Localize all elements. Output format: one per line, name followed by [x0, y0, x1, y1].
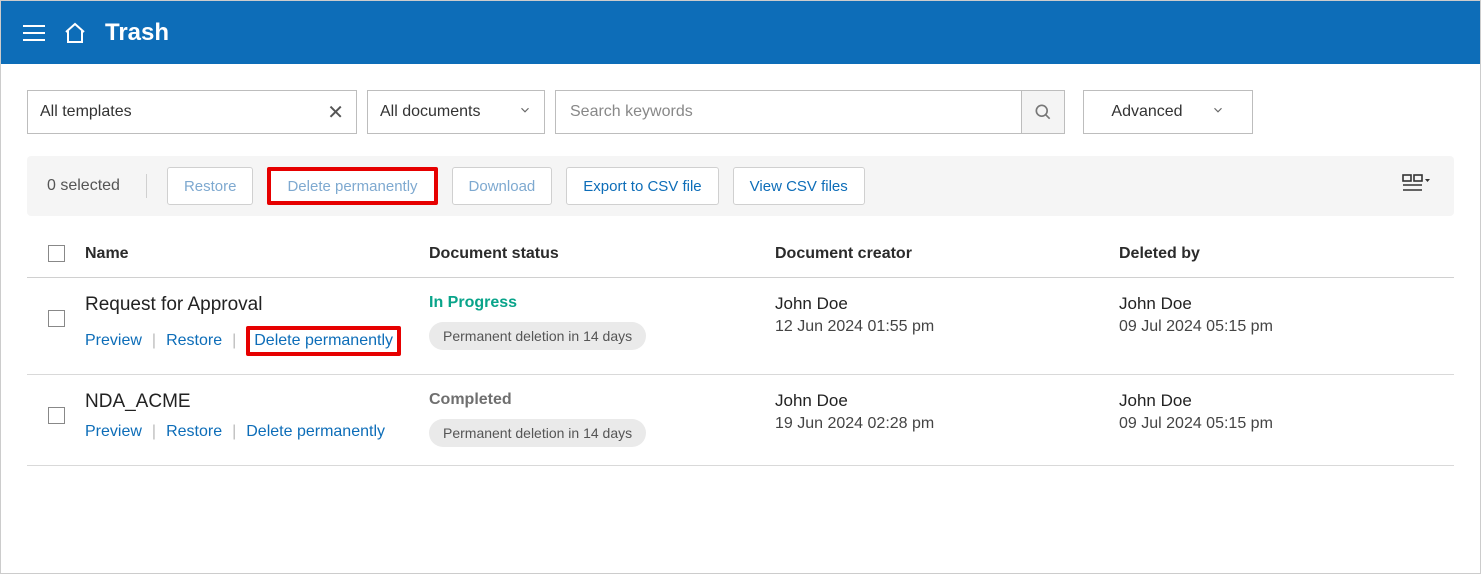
- filter-row: All templates ✕ All documents Advanced: [27, 90, 1454, 134]
- delete-permanently-link[interactable]: Delete permanently: [246, 326, 401, 356]
- documents-table: Name Document status Document creator De…: [27, 230, 1454, 466]
- row-checkbox[interactable]: [48, 407, 65, 424]
- status-label: Completed: [429, 391, 775, 409]
- column-status: Document status: [429, 245, 775, 263]
- select-all-checkbox[interactable]: [48, 245, 65, 262]
- table-row: Request for Approval Preview | Restore | Dele…: [27, 278, 1454, 375]
- advanced-button[interactable]: Advanced: [1083, 90, 1253, 134]
- download-button[interactable]: Download: [452, 167, 553, 205]
- deleted-by-date: 09 Jul 2024 05:15 pm: [1119, 415, 1454, 433]
- separator: |: [152, 423, 156, 441]
- search-icon: [1033, 102, 1053, 122]
- preview-link[interactable]: Preview: [85, 332, 142, 350]
- deleted-by-name: John Doe: [1119, 391, 1454, 411]
- home-icon[interactable]: [63, 21, 87, 45]
- restore-link[interactable]: Restore: [166, 332, 222, 350]
- menu-icon[interactable]: [23, 25, 45, 41]
- search-group: [555, 90, 1065, 134]
- page-title: Trash: [105, 19, 169, 47]
- divider: [146, 174, 147, 198]
- documents-filter-label: All documents: [380, 103, 481, 121]
- column-creator: Document creator: [775, 245, 1119, 263]
- clear-icon[interactable]: ✕: [327, 100, 344, 125]
- templates-filter[interactable]: All templates ✕: [27, 90, 357, 134]
- selected-count: 0 selected: [47, 177, 120, 195]
- creator-date: 12 Jun 2024 01:55 pm: [775, 318, 1119, 336]
- separator: |: [152, 332, 156, 350]
- row-actions: Preview | Restore | Delete permanently: [85, 326, 429, 356]
- chevron-down-icon: [1211, 103, 1225, 122]
- search-input[interactable]: [555, 90, 1021, 134]
- column-name: Name: [85, 245, 429, 263]
- deletion-note-badge: Permanent deletion in 14 days: [429, 419, 646, 447]
- status-label: In Progress: [429, 294, 775, 312]
- deletion-note-badge: Permanent deletion in 14 days: [429, 322, 646, 350]
- row-actions: Preview | Restore | Delete permanently: [85, 423, 429, 441]
- deleted-by-date: 09 Jul 2024 05:15 pm: [1119, 318, 1454, 336]
- creator-name: John Doe: [775, 391, 1119, 411]
- view-csv-button[interactable]: View CSV files: [733, 167, 865, 205]
- action-toolbar: 0 selected Restore Delete permanently Do…: [27, 156, 1454, 216]
- separator: |: [232, 423, 236, 441]
- table-header: Name Document status Document creator De…: [27, 230, 1454, 278]
- chevron-down-icon: [518, 103, 532, 122]
- deleted-by-name: John Doe: [1119, 294, 1454, 314]
- creator-name: John Doe: [775, 294, 1119, 314]
- creator-date: 19 Jun 2024 02:28 pm: [775, 415, 1119, 433]
- restore-button[interactable]: Restore: [167, 167, 254, 205]
- separator: |: [232, 332, 236, 350]
- column-deleted-by: Deleted by: [1119, 245, 1454, 263]
- row-checkbox[interactable]: [48, 310, 65, 327]
- top-bar: Trash: [1, 1, 1480, 64]
- delete-permanently-button[interactable]: Delete permanently: [267, 167, 437, 205]
- document-name: NDA_ACME: [85, 391, 429, 413]
- table-row: NDA_ACME Preview | Restore | Delete permanent…: [27, 375, 1454, 466]
- search-button[interactable]: [1021, 90, 1065, 134]
- advanced-label: Advanced: [1111, 103, 1182, 121]
- view-toggle-icon[interactable]: [1398, 169, 1434, 204]
- export-csv-button[interactable]: Export to CSV file: [566, 167, 718, 205]
- document-name: Request for Approval: [85, 294, 429, 316]
- documents-filter[interactable]: All documents: [367, 90, 545, 134]
- preview-link[interactable]: Preview: [85, 423, 142, 441]
- templates-filter-label: All templates: [40, 103, 132, 121]
- delete-permanently-link[interactable]: Delete permanently: [246, 423, 385, 441]
- restore-link[interactable]: Restore: [166, 423, 222, 441]
